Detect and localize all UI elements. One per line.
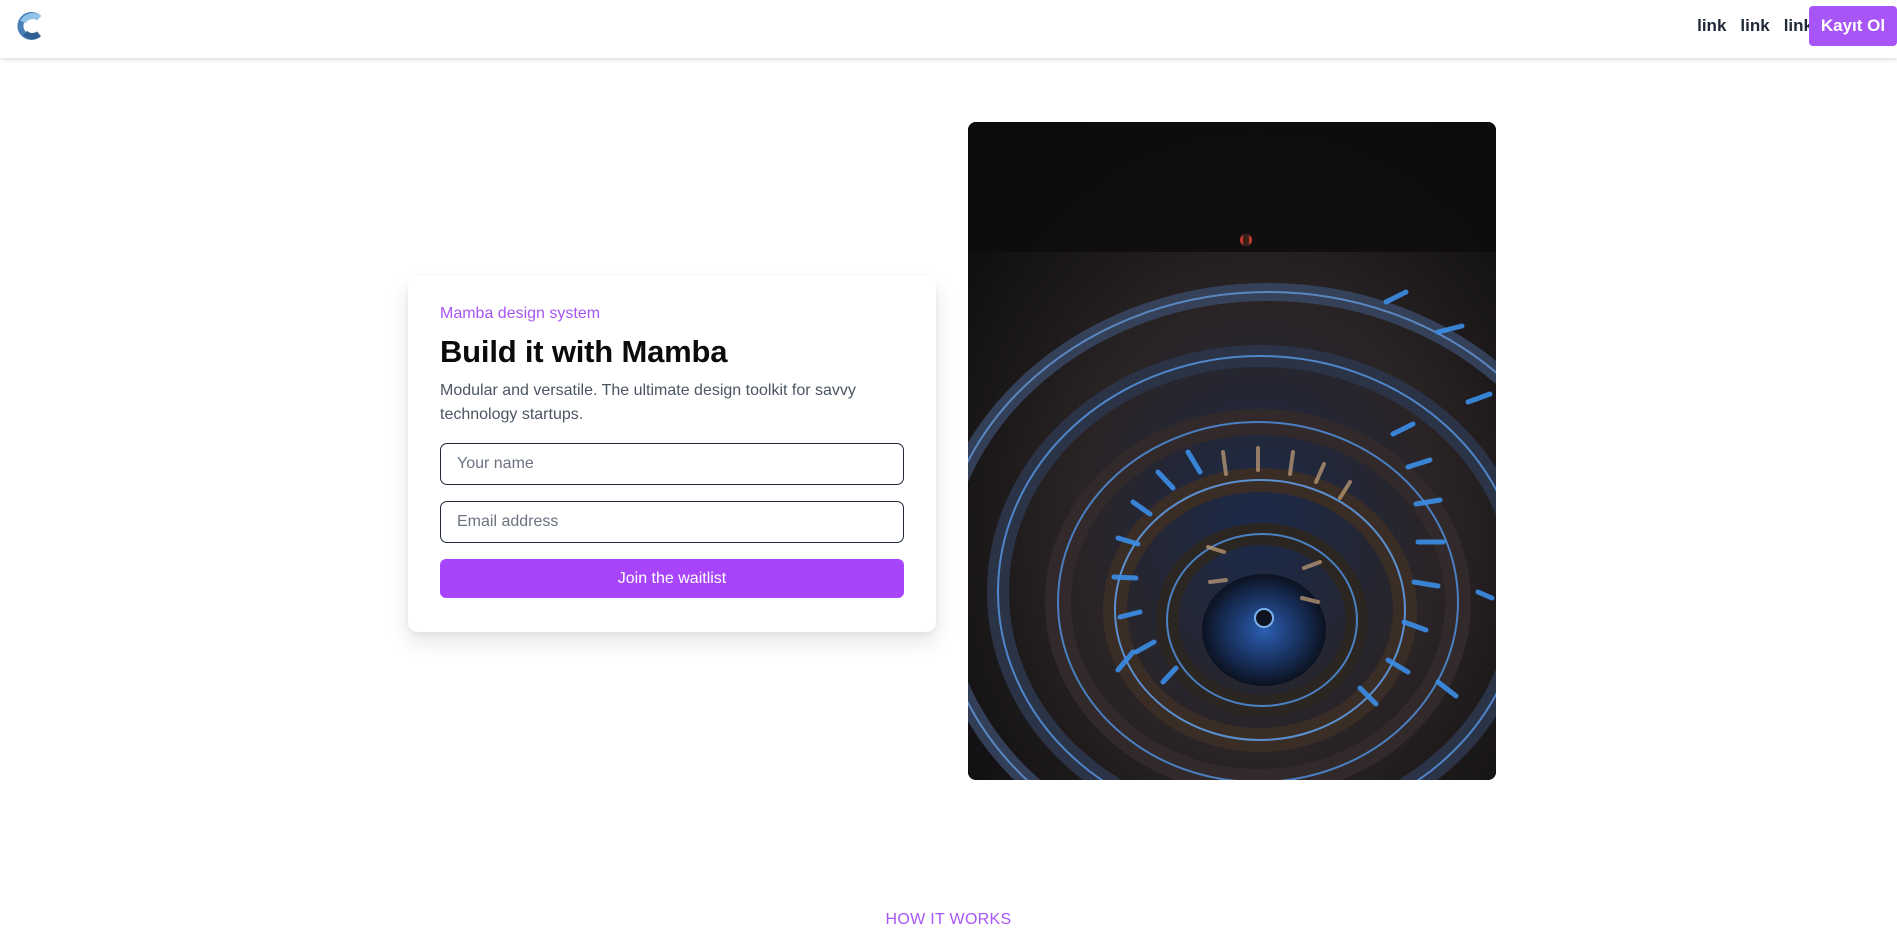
nav-link-1[interactable]: link — [1697, 16, 1726, 36]
main-nav: link link link Kayıt Ol — [1697, 6, 1897, 46]
c-logo-icon[interactable] — [17, 12, 45, 40]
email-field[interactable] — [440, 501, 904, 543]
nav-link-2[interactable]: link — [1740, 16, 1769, 36]
section-label-how-it-works: HOW IT WORKS — [885, 911, 1012, 928]
eyebrow-label: Mamba design system — [440, 305, 601, 322]
spiral-staircase-photo — [968, 122, 1496, 780]
page-title: Build it with Mamba — [440, 334, 728, 369]
join-waitlist-button[interactable]: Join the waitlist — [440, 559, 904, 598]
signup-button[interactable]: Kayıt Ol — [1809, 6, 1897, 46]
top-navbar: link link link Kayıt Ol — [0, 0, 1897, 58]
hero-subtitle: Modular and versatile. The ultimate desi… — [440, 382, 856, 423]
waitlist-card: Mamba design system Build it with Mamba … — [408, 276, 936, 632]
name-field[interactable] — [440, 443, 904, 485]
